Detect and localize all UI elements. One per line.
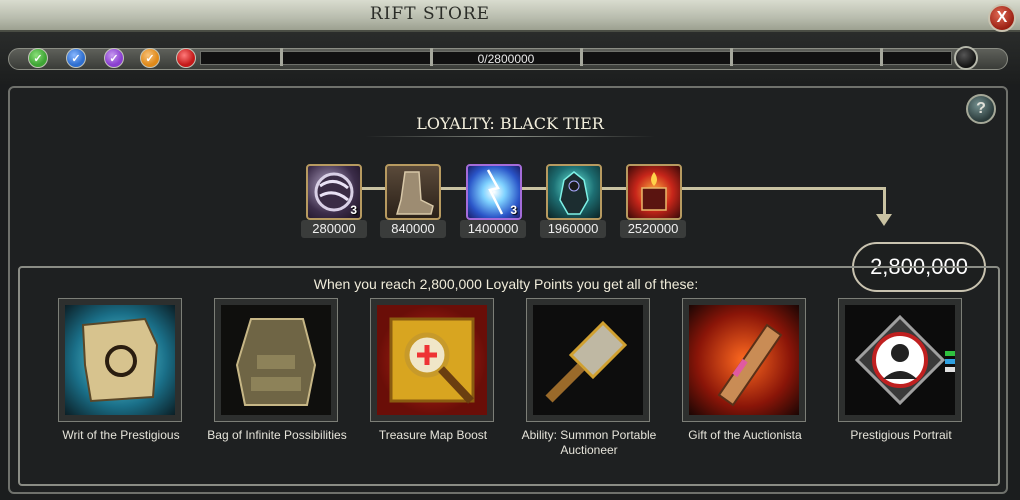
fire-shrine-icon	[641, 172, 667, 211]
milestone-icon-3[interactable]: 3	[466, 164, 522, 220]
milestone-value: 1400000	[460, 220, 526, 238]
loyalty-progress-bar: ✓ ✓ ✓ ✓ 0/2800000	[0, 32, 1020, 84]
reward-tile-portrait[interactable]	[838, 298, 962, 422]
window-title: RIFT STORE	[369, 4, 491, 24]
red-gem-icon	[176, 48, 196, 68]
title-bar: RIFT STORE X	[0, 0, 1020, 32]
reward-label: Bag of Infinite Possibilities	[207, 428, 347, 442]
milestone-icon-4[interactable]	[546, 164, 602, 220]
item-count: 3	[510, 203, 517, 217]
milestone-icon-1[interactable]: 3	[306, 164, 362, 220]
reward-label: Ability: Summon Portable Auctioneer	[521, 428, 657, 457]
portrait-icon	[845, 305, 955, 415]
reward-tile-bag[interactable]	[214, 298, 338, 422]
armor-icon	[559, 171, 589, 215]
progress-text: 0/2800000	[477, 52, 535, 66]
milestone-value: 280000	[301, 220, 367, 238]
progress-tick	[880, 48, 883, 66]
milestone-value: 840000	[380, 220, 446, 238]
backpack-icon	[221, 305, 331, 415]
rewards-heading: When you reach 2,800,000 Loyalty Points …	[313, 276, 699, 292]
milestone-connector-down	[883, 187, 886, 217]
reward-tile-auctionista[interactable]	[682, 298, 806, 422]
rolled-scroll-icon	[689, 305, 799, 415]
milestone-icon-5[interactable]	[626, 164, 682, 220]
boot-icon	[396, 171, 434, 215]
black-gem-icon	[954, 46, 978, 70]
blue-gem-icon: ✓	[66, 48, 86, 68]
help-button[interactable]: ?	[966, 94, 996, 124]
reward-tile-writ[interactable]	[58, 298, 182, 422]
close-button[interactable]: X	[988, 4, 1016, 32]
milestone-value: 2520000	[620, 220, 686, 238]
purple-gem-icon: ✓	[104, 48, 124, 68]
reward-tile-treasure-map[interactable]	[370, 298, 494, 422]
treasure-map-icon	[377, 305, 487, 415]
reward-label: Gift of the Auctionista	[688, 428, 802, 442]
title-divider	[365, 136, 655, 137]
green-gem-icon: ✓	[28, 48, 48, 68]
hammer-icon	[533, 305, 643, 415]
tier-title: LOYALTY: BLACK TIER	[416, 114, 604, 133]
reward-label: Prestigious Portrait	[850, 428, 952, 442]
scroll-icon	[65, 305, 175, 415]
item-count: 3	[350, 203, 357, 217]
orange-gem-icon: ✓	[140, 48, 160, 68]
milestone-icon-2[interactable]	[385, 164, 441, 220]
milestone-value: 1960000	[540, 220, 606, 238]
reward-label: Treasure Map Boost	[378, 428, 488, 442]
reward-label: Writ of the Prestigious	[62, 428, 180, 442]
arrow-down-icon	[876, 214, 892, 226]
reward-tile-auctioneer[interactable]	[526, 298, 650, 422]
